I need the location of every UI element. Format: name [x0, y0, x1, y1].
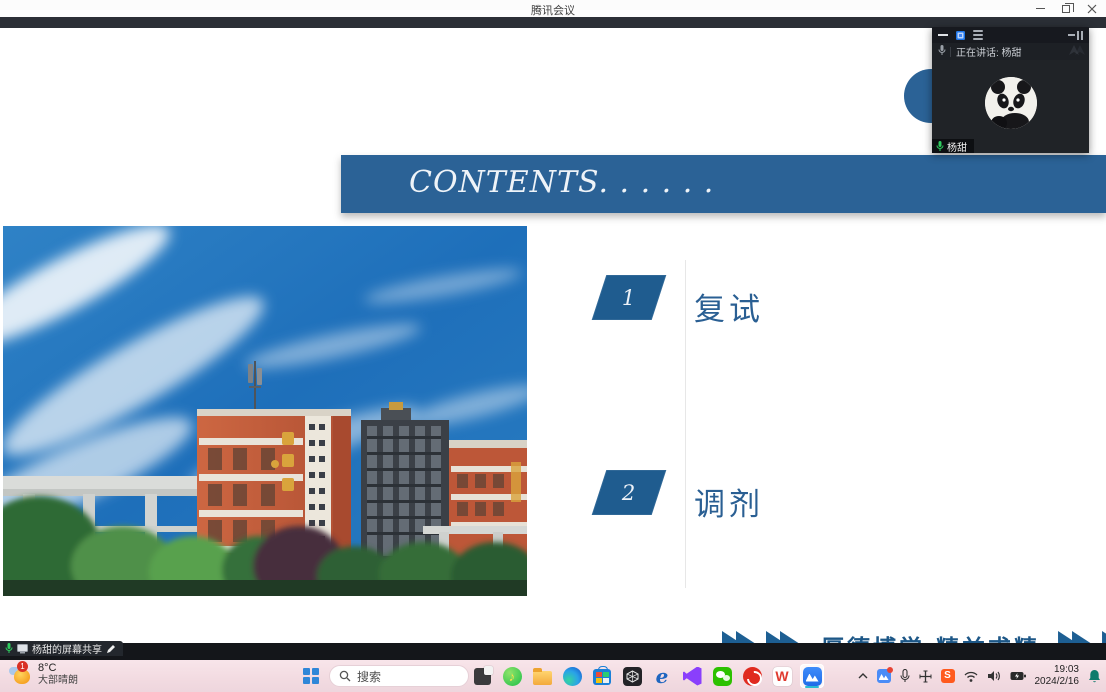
shared-screen-bottom-edge: [0, 643, 1106, 660]
panel-minimize-icon[interactable]: [938, 34, 948, 36]
participant-nametag: 杨甜: [932, 139, 974, 153]
taskbar-apps: ♪ e W: [470, 660, 824, 692]
qq-music-icon[interactable]: ♪: [500, 664, 524, 688]
speaking-label: 正在讲话: 杨甜: [956, 44, 1022, 59]
slide-grid-line: [685, 260, 686, 588]
battery-icon[interactable]: [1010, 671, 1026, 681]
microsoft-store-icon[interactable]: [590, 664, 614, 688]
meeting-tray-icon[interactable]: [877, 669, 891, 683]
blue-e-app-icon[interactable]: e: [650, 664, 674, 688]
input-cross-icon[interactable]: [919, 670, 932, 683]
wechat-icon[interactable]: [710, 664, 734, 688]
window-titlebar: 腾讯会议: [0, 0, 1106, 17]
file-explorer-icon[interactable]: [530, 664, 554, 688]
video-view-icon[interactable]: [956, 31, 965, 40]
visual-studio-icon[interactable]: [680, 664, 704, 688]
desktop-screen: 腾讯会议 CONTENTS. . . . . .: [0, 0, 1106, 692]
start-button[interactable]: [303, 668, 319, 684]
tray-chevron-up-icon[interactable]: [858, 673, 868, 679]
participant-name: 杨甜: [947, 139, 967, 154]
share-mic-icon: [5, 643, 13, 654]
speaking-indicator-row: 正在讲话: 杨甜: [932, 43, 1089, 60]
cube-app-icon[interactable]: [620, 664, 644, 688]
wps-office-icon[interactable]: W: [770, 664, 794, 688]
mic-on-icon: [936, 141, 944, 152]
participant-video-tile[interactable]: 杨甜: [932, 60, 1089, 153]
search-placeholder: 搜索: [357, 668, 381, 685]
window-title: 腾讯会议: [0, 2, 1106, 18]
taskbar: 1 8°C 大部晴朗 搜索 ♪ e W: [0, 660, 1106, 692]
notification-bell-icon[interactable]: [1088, 669, 1101, 683]
search-box[interactable]: 搜索: [329, 665, 469, 687]
toc-item-2-shape: 2: [592, 470, 667, 515]
list-view-icon[interactable]: [973, 30, 983, 40]
sogou-input-icon[interactable]: S: [941, 669, 955, 683]
toc-item-1-number: 1: [622, 286, 635, 310]
taskbar-clock[interactable]: 19:03 2024/2/16: [1035, 664, 1080, 689]
panel-collapse-icon[interactable]: [1068, 31, 1083, 40]
weather-desc: 大部晴朗: [38, 675, 78, 687]
annotate-pencil-icon[interactable]: [106, 644, 116, 654]
edge-icon[interactable]: [560, 664, 584, 688]
snip-tool-icon[interactable]: [470, 664, 494, 688]
meeting-watermark-icon: [1069, 45, 1085, 55]
mic-tray-icon[interactable]: [900, 669, 910, 683]
share-label: 杨甜的屏幕共享: [32, 641, 102, 656]
weather-icon: 1: [8, 663, 32, 687]
speaking-mic-icon: [938, 43, 946, 61]
panel-header: [932, 27, 1089, 43]
campus-photo: [3, 226, 527, 596]
wifi-icon[interactable]: [964, 671, 978, 682]
restore-button[interactable]: [1060, 3, 1072, 15]
clock-date: 2024/2/16: [1035, 676, 1080, 689]
toc-item-1-label: 复试: [694, 284, 764, 329]
toc-item-2-number: 2: [622, 481, 635, 505]
weather-temp: 8°C: [38, 662, 78, 675]
search-icon: [339, 670, 351, 682]
screen-share-tab[interactable]: 杨甜的屏幕共享: [0, 641, 123, 656]
slide-title: CONTENTS. . . . . .: [341, 155, 1106, 211]
volume-icon[interactable]: [987, 670, 1001, 682]
toc-item-2-label: 调剂: [694, 479, 764, 524]
participant-avatar: [985, 77, 1037, 129]
minimize-button[interactable]: [1034, 3, 1046, 15]
red-circle-app-icon[interactable]: [740, 664, 764, 688]
meeting-video-panel: 正在讲话: 杨甜 杨甜: [932, 27, 1089, 153]
clock-time: 19:03: [1054, 664, 1079, 677]
weather-badge: 1: [17, 661, 28, 672]
close-button[interactable]: [1086, 3, 1098, 15]
tencent-meeting-icon[interactable]: [800, 664, 824, 688]
weather-widget[interactable]: 1 8°C 大部晴朗: [8, 662, 78, 687]
slide-title-banner: CONTENTS. . . . . .: [341, 155, 1106, 213]
system-tray: S 19:03 2024/2/16: [858, 660, 1102, 692]
window-controls: [1034, 0, 1098, 17]
toc-item-1-shape: 1: [592, 275, 667, 320]
share-monitor-icon: [17, 644, 28, 654]
